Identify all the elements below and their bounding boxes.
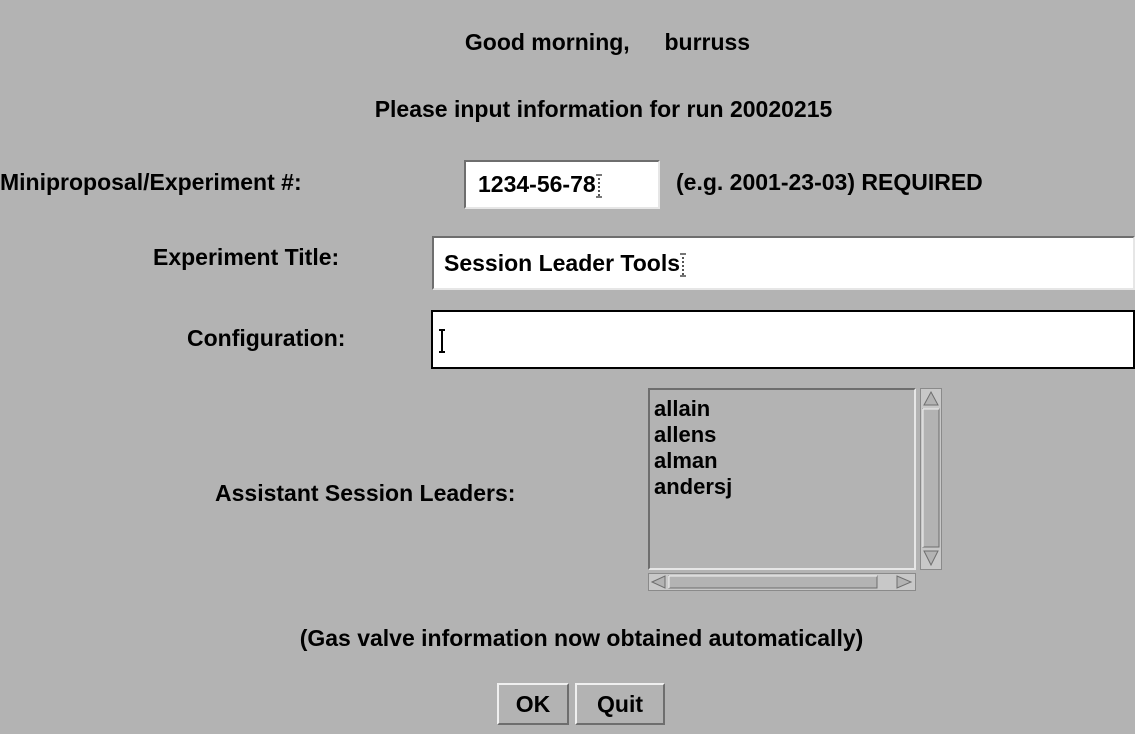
miniproposal-hint: (e.g. 2001-23-03) REQUIRED: [676, 169, 983, 195]
horizontal-scrollbar[interactable]: [648, 573, 916, 591]
scroll-left-arrow-icon[interactable]: [650, 575, 666, 589]
greeting-prefix: Good morning,: [464, 29, 630, 55]
list-item[interactable]: allens: [654, 422, 914, 448]
miniproposal-value: 1234-56-78: [478, 171, 596, 197]
configuration-input[interactable]: [431, 310, 1135, 369]
configuration-label: Configuration:: [187, 325, 346, 351]
list-item[interactable]: alman: [654, 448, 914, 474]
experiment-title-input[interactable]: Session Leader Tools: [432, 236, 1135, 290]
miniproposal-input[interactable]: 1234-56-78: [464, 160, 660, 209]
text-cursor-icon: [595, 173, 602, 198]
list-item[interactable]: allain: [654, 396, 914, 422]
list-item[interactable]: andersj: [654, 474, 914, 500]
scroll-up-arrow-icon[interactable]: [923, 390, 939, 406]
gas-valve-note: (Gas valve information now obtained auto…: [299, 625, 864, 651]
scroll-right-arrow-icon[interactable]: [896, 575, 913, 589]
text-cursor-icon: [680, 252, 687, 277]
text-cursor-icon: [439, 328, 445, 353]
run-prompt: Please input information for run 2002021…: [374, 96, 833, 122]
horizontal-scrollbar-graphic: [650, 575, 913, 589]
ok-button[interactable]: OK: [497, 683, 569, 725]
vertical-scrollbar-graphic: [922, 390, 940, 567]
assistants-listbox[interactable]: allain allens alman andersj: [648, 388, 916, 570]
greeting-line: Good morning, burruss: [0, 29, 1135, 56]
experiment-title-value: Session Leader Tools: [444, 250, 681, 276]
greeting-username: burruss: [664, 29, 751, 55]
miniproposal-label: Miniproposal/Experiment #:: [0, 169, 302, 195]
vertical-scroll-thumb[interactable]: [922, 408, 940, 548]
horizontal-scroll-thumb[interactable]: [668, 575, 878, 589]
vertical-scrollbar[interactable]: [920, 388, 942, 570]
assistants-label: Assistant Session Leaders:: [215, 480, 516, 506]
experiment-title-label: Experiment Title:: [153, 244, 340, 270]
quit-button[interactable]: Quit: [575, 683, 665, 725]
scroll-down-arrow-icon[interactable]: [923, 550, 939, 567]
